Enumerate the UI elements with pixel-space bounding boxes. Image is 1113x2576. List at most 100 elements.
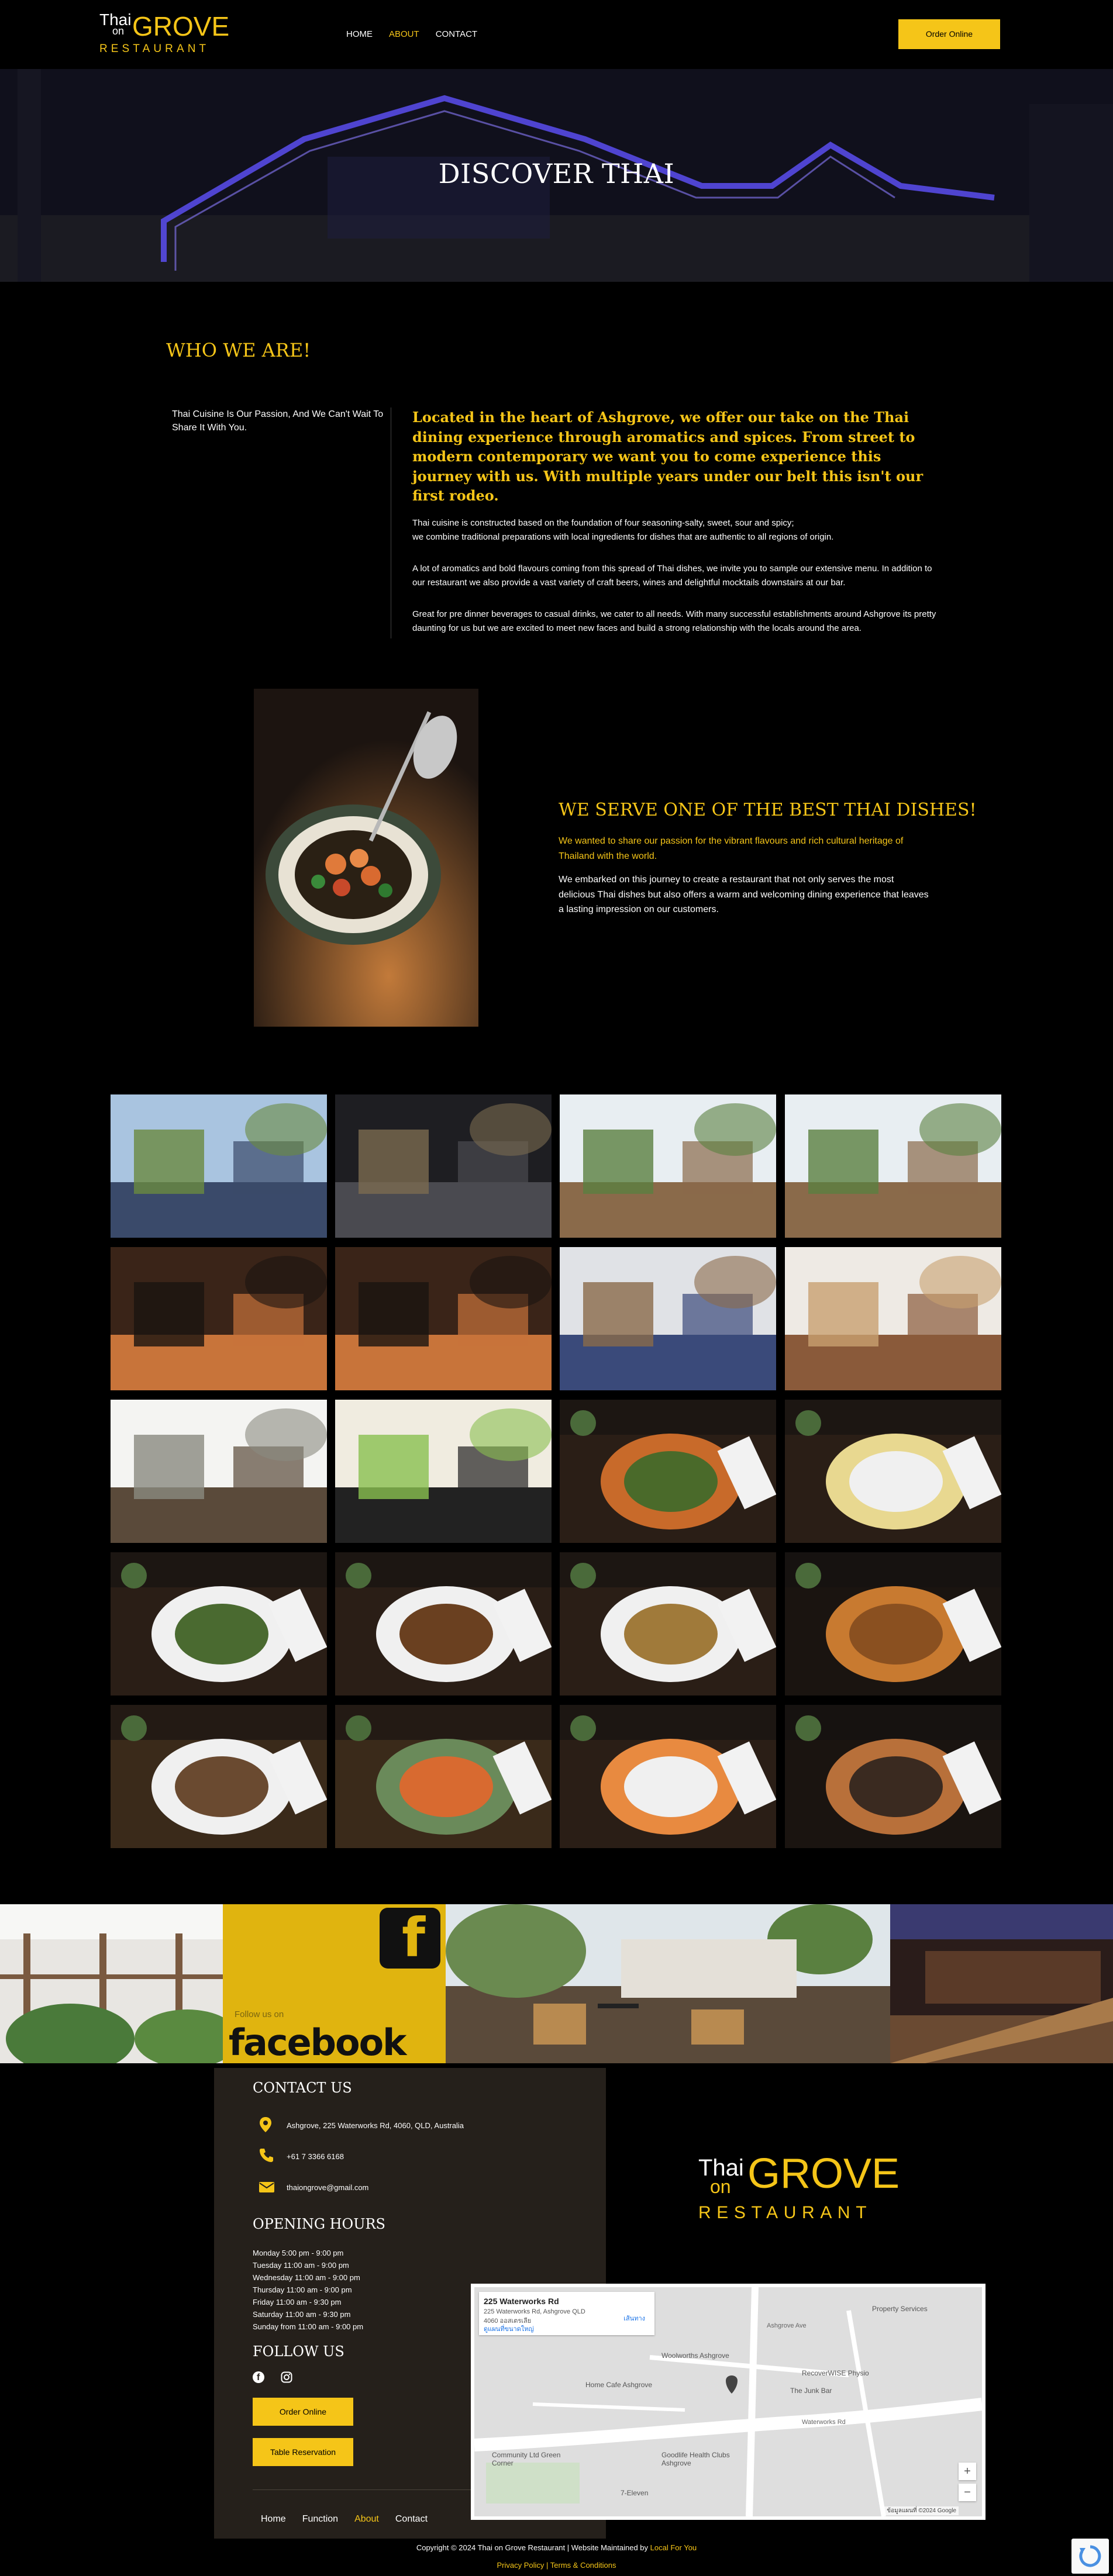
map-label: Goodlife Health Clubs Ashgrove [661,2451,730,2467]
gallery-photo-duck-dish[interactable] [335,1552,552,1696]
recaptcha-icon [1079,2545,1101,2567]
contact-us-heading: CONTACT US [253,2080,352,2096]
map-label: Home Cafe Ashgrove [585,2381,653,2389]
gallery-photo-salad-dish[interactable] [111,1552,327,1696]
hero-banner: DISCOVER THAI [0,69,1113,282]
map-label: The Junk Bar [790,2387,832,2395]
privacy-policy-link[interactable]: Privacy Policy [497,2561,544,2570]
follow-us-heading: FOLLOW US [253,2343,344,2360]
email-icon [259,2182,274,2192]
logo-on: on [112,25,125,37]
opening-hours-heading: OPENING HOURS [253,2216,385,2232]
main-nav: HOME ABOUT CONTACT [346,29,477,39]
site-header: Thai on GROVE RESTAURANT HOME ABOUT CONT… [0,0,1113,69]
who-paragraph-1b: we combine traditional preparations with… [412,531,834,542]
hours-row: Saturday 11:00 am - 9:30 pm [253,2310,351,2319]
maintainer-link[interactable]: Local For You [650,2543,697,2552]
facebook-social-icon[interactable]: f [253,2371,264,2383]
who-content: Located in the heart of Ashgrove, we off… [412,408,939,636]
footer-phone[interactable]: +61 7 3366 6168 [287,2152,344,2161]
logo-tagline: RESTAURANT [99,43,210,55]
who-paragraph-2: A lot of aromatics and bold flavours com… [412,563,932,588]
copyright-line: Copyright © 2024 Thai on Grove Restauran… [0,2543,1113,2552]
footer-nav-home[interactable]: Home [261,2514,286,2525]
facebook-tile[interactable]: f Follow us on facebook [223,1904,446,2063]
map-pin-icon [260,2117,271,2132]
who-paragraph-1: Thai cuisine is constructed based on the… [412,516,939,544]
map-zoom-out-button[interactable]: − [959,2484,976,2501]
map-label: Waterworks Rd [802,2419,846,2426]
instagram-icon[interactable] [281,2371,292,2383]
footer-order-online-button[interactable]: Order Online [253,2398,353,2426]
map-label: 7-Eleven [621,2489,649,2497]
strip-photo-patio [446,1904,890,2063]
gallery-photo-wine-glasses[interactable] [335,1400,552,1543]
who-paragraph-3: Great for pre dinner beverages to casual… [412,609,936,633]
gallery-photo-interior-dark[interactable] [335,1094,552,1238]
recaptcha-badge[interactable] [1071,2539,1109,2574]
gallery-photo-dining-light[interactable] [785,1247,1001,1390]
order-online-button[interactable]: Order Online [898,19,1000,49]
footer-email[interactable]: thaiongrove@gmail.com [287,2183,368,2192]
gallery-photo-curry-bowl[interactable] [785,1705,1001,1848]
footer-nav-function[interactable]: Function [302,2514,338,2525]
footer-nav-contact[interactable]: Contact [395,2514,428,2525]
best-dishes-text: We embarked on this journey to create a … [559,875,929,915]
nav-contact[interactable]: CONTACT [436,29,477,39]
footer-logo-tagline: RESTAURANT [698,2203,873,2222]
gallery-photo-crepe-dish[interactable] [785,1400,1001,1543]
nav-home[interactable]: HOME [346,29,373,39]
nav-about[interactable]: ABOUT [389,29,419,39]
hours-row: Thursday 11:00 am - 9:00 pm [253,2285,352,2295]
map-larger-link[interactable]: ดูแผนที่ขนาดใหญ่ [484,2323,534,2334]
map-info-card: 225 Waterworks Rd 225 Waterworks Rd, Ash… [479,2292,654,2335]
gallery-photo-beef-salad[interactable] [111,1705,327,1848]
gallery-photo-platter-dish[interactable] [785,1552,1001,1696]
map-label: Woolworths Ashgrove [661,2351,729,2360]
best-dishes-title: WE SERVE ONE OF THE BEST THAI DISHES! [559,800,977,820]
best-dishes-lead: We wanted to share our passion for the v… [559,836,904,861]
copyright-text: Copyright © 2024 Thai on Grove Restauran… [416,2543,649,2552]
terms-link[interactable]: Terms & Conditions [550,2561,616,2570]
gallery-photo-dining-warm[interactable] [111,1247,327,1390]
hours-row: Sunday from 11:00 am - 9:00 pm [253,2322,364,2332]
gallery-photo-dining-blue[interactable] [560,1247,776,1390]
who-tagline: Thai Cuisine Is Our Passion, And We Can'… [172,409,384,433]
gallery-photo-soup-dish[interactable] [560,1705,776,1848]
gallery-photo-rice-dish[interactable] [560,1552,776,1696]
prawn-dish-photo [254,689,478,1027]
header-logo[interactable]: Thai on GROVE RESTAURANT [98,11,230,57]
footer-nav-about[interactable]: About [354,2514,379,2525]
google-map-embed[interactable]: 225 Waterworks Rd 225 Waterworks Rd, Ash… [471,2284,985,2520]
hours-row: Tuesday 11:00 am - 9:00 pm [253,2261,349,2270]
gallery-photo-exterior-sky[interactable] [111,1094,327,1238]
gallery-photo-atrium-white[interactable] [111,1400,327,1543]
map-label: Ashgrove Ave [767,2322,807,2329]
logo-grove: GROVE [132,11,230,42]
facebook-icon[interactable]: f [380,1908,440,1969]
map-zoom-in-button[interactable]: + [959,2463,976,2480]
hours-row: Friday 11:00 am - 9:30 pm [253,2298,342,2307]
who-we-are-title: WHO WE ARE! [166,339,311,361]
map-attribution: ข้อมูลแผนที่ ©2024 Google [884,2506,959,2515]
footer-address: Ashgrove, 225 Waterworks Rd, 4060, QLD, … [287,2121,464,2130]
legal-links: Privacy Policy | Terms & Conditions [0,2561,1113,2570]
opening-hours-list: Monday 5:00 pm - 9:00 pm Tuesday 11:00 a… [253,2247,363,2333]
gallery-photo-patio-bright[interactable] [560,1094,776,1238]
footer-logo[interactable]: Thai on GROVE RESTAURANT [697,2152,900,2228]
gallery-photo-noodle-dish[interactable] [335,1705,552,1848]
hours-row: Wednesday 11:00 am - 9:00 pm [253,2273,360,2283]
gallery-photo-curry-dish[interactable] [560,1400,776,1543]
strip-photo-atrium [0,1904,223,2063]
map-label: Property Services [872,2305,928,2313]
legal-separator: | [544,2561,550,2570]
map-label: RecoverWISE Physio [802,2369,869,2377]
phone-icon [260,2149,273,2162]
gallery-photo-patio-bright[interactable] [785,1094,1001,1238]
map-label: Community Ltd Green Corner [492,2451,561,2467]
map-directions-link[interactable]: เส้นทาง [623,2313,645,2323]
footer-logo-on: on [710,2176,731,2197]
table-reservation-button[interactable]: Table Reservation [253,2438,353,2466]
strip-photo-bar [890,1904,1113,2063]
gallery-photo-dining-warm[interactable] [335,1247,552,1390]
